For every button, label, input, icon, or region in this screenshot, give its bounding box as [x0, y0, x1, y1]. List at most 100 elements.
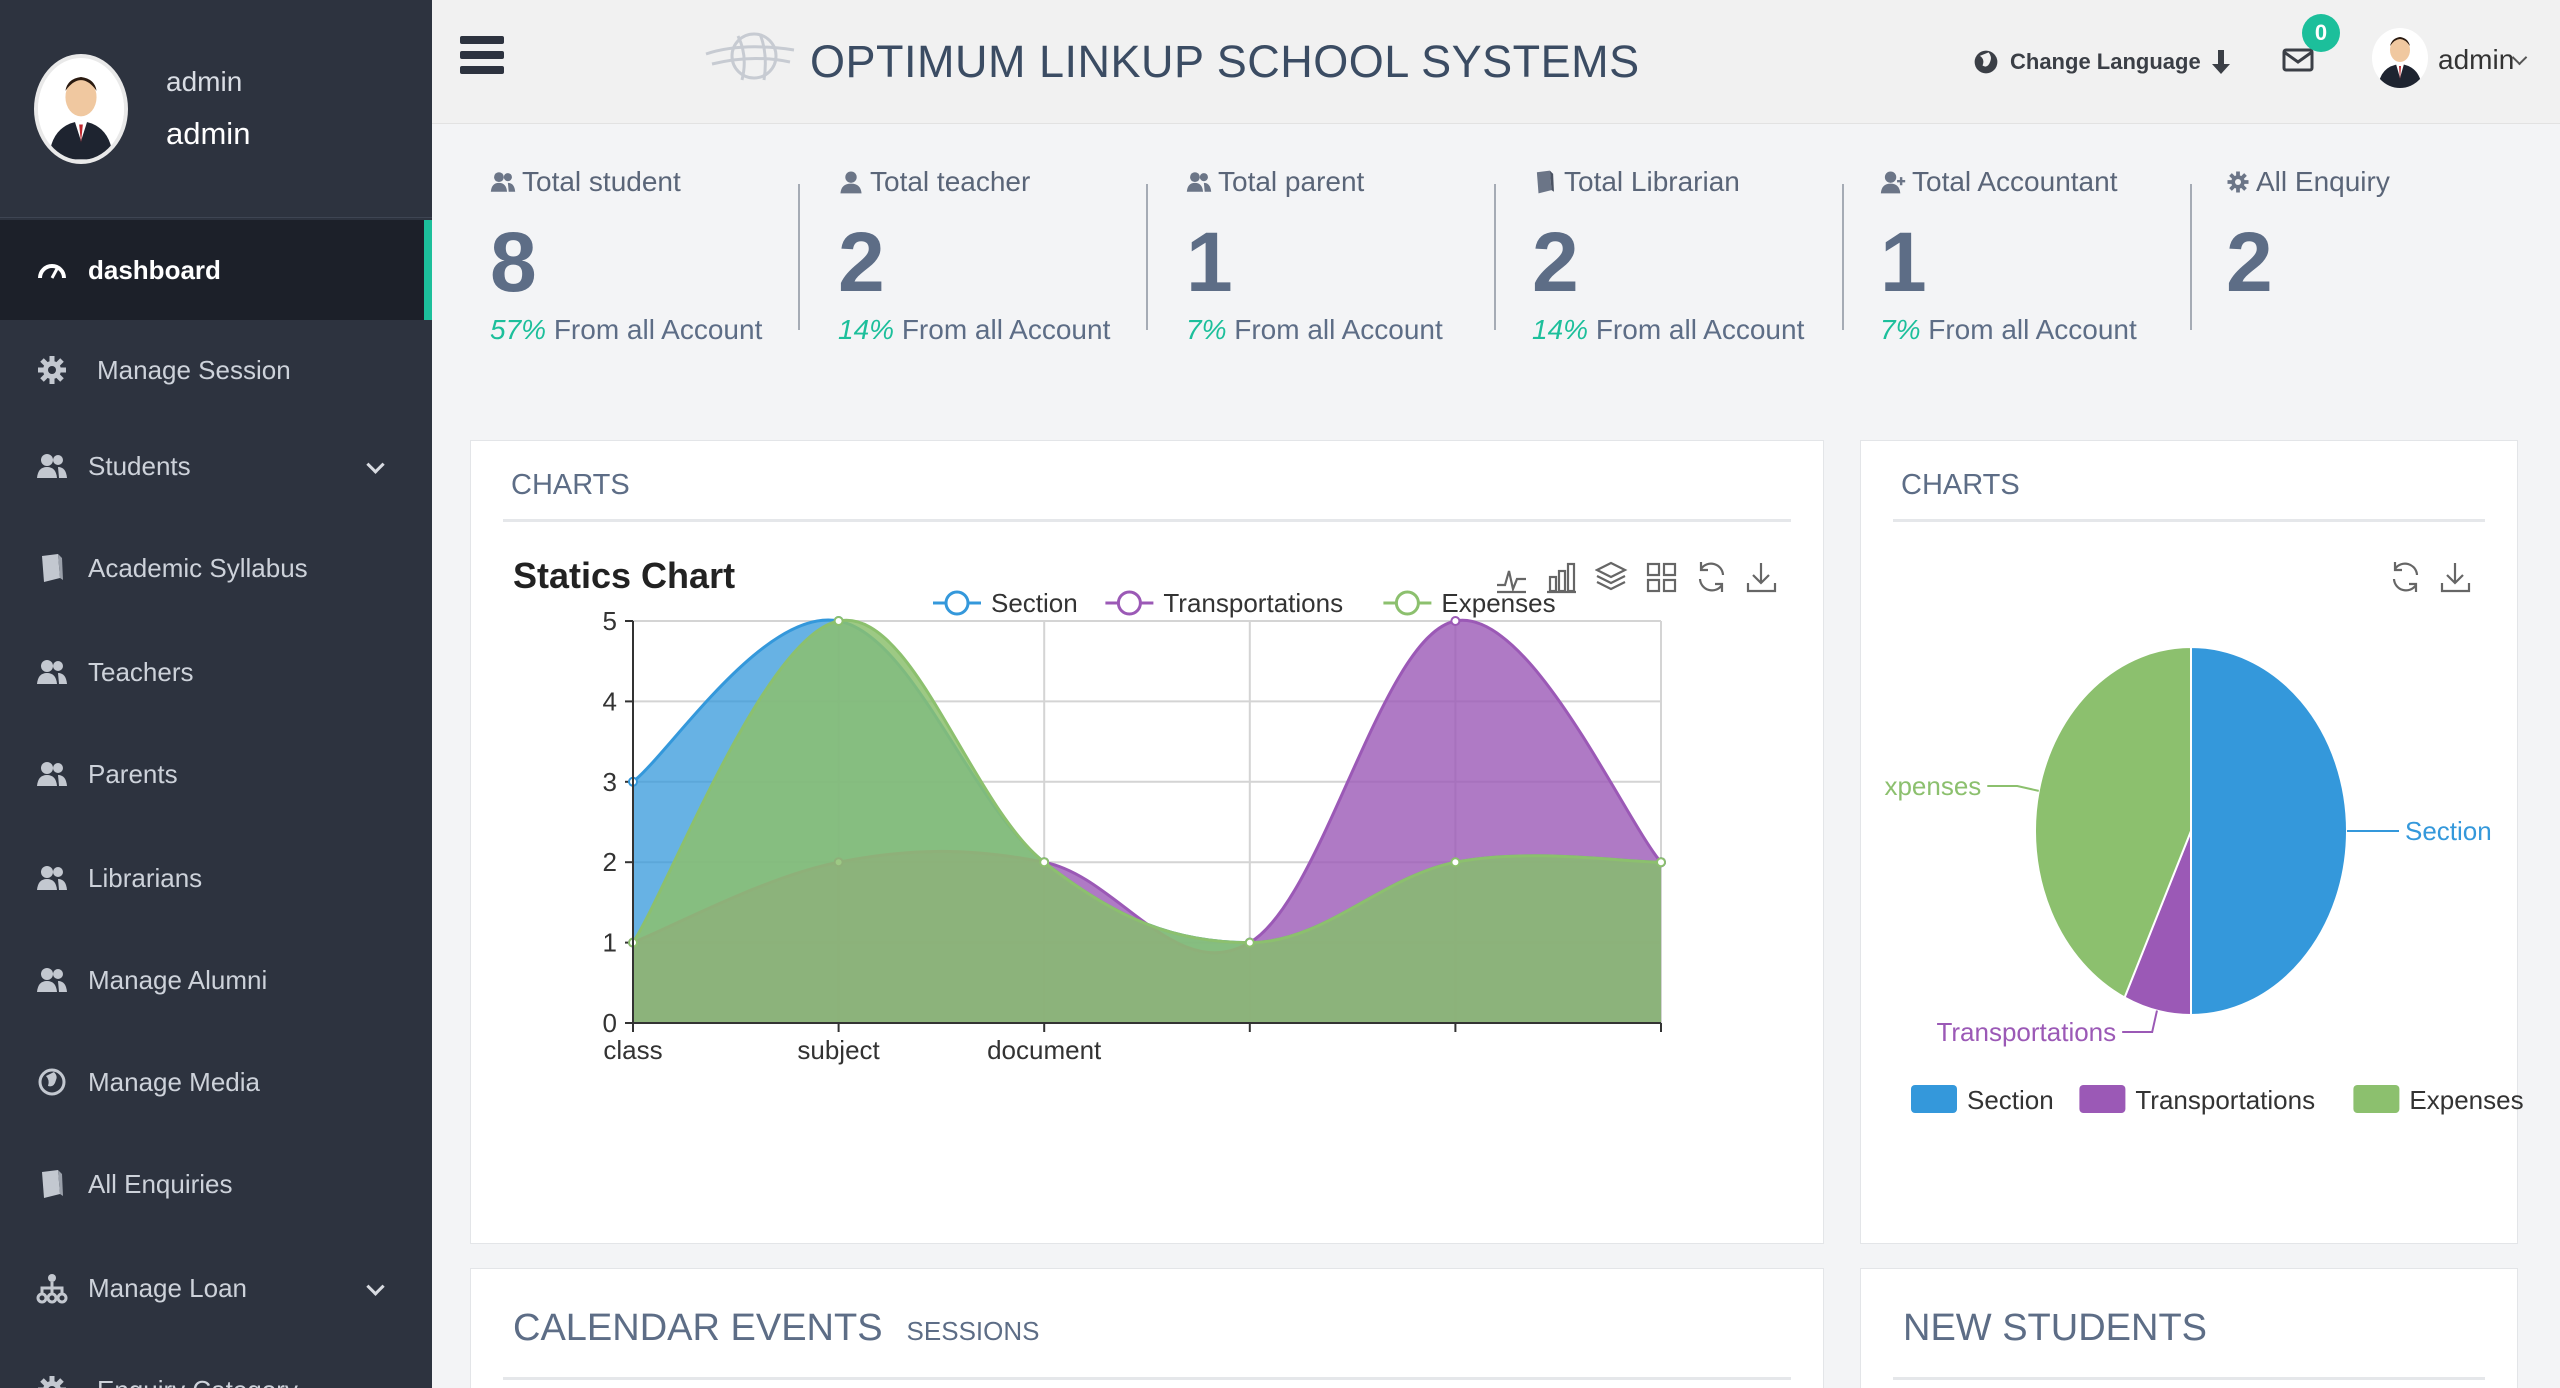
stat-label: Total teacher: [870, 166, 1031, 197]
user-menu-label[interactable]: admin: [2438, 44, 2514, 76]
users-icon: [37, 660, 67, 684]
refresh-icon[interactable]: [1695, 559, 1728, 595]
stat-divider: [2190, 184, 2192, 330]
sidebar-item-enquiry-category[interactable]: Enquiry Category: [0, 1340, 432, 1388]
y-tick-label: 4: [603, 686, 617, 716]
card-divider: [1893, 1377, 2485, 1380]
stat-percent: 57%: [490, 314, 547, 345]
sidebar-item-librarians[interactable]: Librarians: [0, 828, 432, 928]
sidebar-item-teachers[interactable]: Teachers: [0, 622, 432, 722]
sidebar-item-manage-alumni[interactable]: Manage Alumni: [0, 930, 432, 1030]
arrow-down-icon: [2211, 50, 2230, 74]
top-bar: OPTIMUM LINKUP SCHOOL SYSTEMS Change Lan…: [432, 0, 2560, 124]
stat-suffix: From all Account: [1588, 314, 1805, 345]
sidebar-item-label: Enquiry Category: [97, 1375, 298, 1388]
pie-leader-line: [1987, 785, 2039, 792]
stack-icon[interactable]: [1595, 559, 1628, 595]
chevron-down-icon[interactable]: [366, 1277, 385, 1296]
stat-divider: [798, 184, 800, 330]
stat-value: 2: [838, 215, 885, 309]
data-point: [833, 616, 844, 626]
sidebar-item-parents[interactable]: Parents: [0, 724, 432, 824]
stat-total-student: Total student 8 57% From all Account: [490, 148, 820, 345]
sidebar-item-label: Academic Syllabus: [88, 552, 308, 583]
stat-divider: [1842, 184, 1844, 330]
sidebar-item-manage-media[interactable]: Manage Media: [0, 1032, 432, 1132]
stat-label: Total student: [522, 166, 681, 197]
stat-label: All Enquiry: [2256, 166, 2390, 197]
sidebar-item-all-enquiries[interactable]: All Enquiries: [0, 1134, 432, 1234]
stat-label: Total Librarian: [1564, 166, 1740, 197]
download-icon[interactable]: [2439, 559, 2472, 595]
sidebar-user-name: admin: [166, 66, 243, 97]
book-icon: [42, 554, 63, 582]
new-students-card: NEW STUDENTS: [1860, 1268, 2518, 1388]
new-students-heading: NEW STUDENTS: [1903, 1307, 2207, 1349]
globe-icon: [1974, 50, 1998, 74]
legend-label: Section: [1967, 1085, 2054, 1115]
stat-percent: 14%: [838, 314, 895, 345]
sidebar-item-label: Students: [88, 450, 191, 481]
stat-divider: [1494, 184, 1496, 330]
avatar[interactable]: [34, 54, 128, 164]
sidebar-item-label: All Enquiries: [88, 1168, 233, 1199]
stat-total-librarian: Total Librarian 2 14% From all Account: [1532, 148, 1862, 345]
menu-toggle-icon[interactable]: [460, 36, 504, 78]
stat-suffix: From all Account: [1226, 314, 1443, 345]
legend-marker: [944, 590, 970, 616]
x-tick-label: class: [603, 1035, 662, 1065]
stat-percent: 7%: [1880, 314, 1921, 345]
x-tick-label: subject: [797, 1035, 880, 1065]
charts-card: CHARTS Statics Chart 0 1 2 3 4 5 class subject d…: [470, 440, 1824, 1244]
legend-swatch: [1911, 1085, 1957, 1113]
gear-icon: [38, 1376, 66, 1388]
gear-icon: [38, 356, 66, 384]
refresh-icon[interactable]: [2389, 559, 2422, 595]
sessions-tab[interactable]: SESSIONS: [907, 1316, 1040, 1346]
speedometer-icon: [38, 264, 66, 279]
chart-title: Statics Chart: [513, 555, 736, 596]
sidebar-item-dashboard[interactable]: dashboard: [0, 220, 432, 320]
book-icon: [42, 1170, 63, 1198]
legend-label: Expenses: [2409, 1085, 2523, 1115]
globe-icon: [38, 1068, 66, 1096]
card-divider: [503, 519, 1791, 522]
mail-icon[interactable]: [2282, 46, 2314, 74]
sidebar-item-manage-session[interactable]: Manage Session: [0, 320, 432, 420]
stat-value: 8: [490, 215, 537, 309]
download-icon[interactable]: [1745, 559, 1778, 595]
sidebar-item-manage-loan[interactable]: Manage Loan: [0, 1238, 432, 1338]
y-tick-label: 1: [603, 928, 617, 958]
avatar[interactable]: [2372, 28, 2428, 88]
legend-marker: [1116, 590, 1142, 616]
sidebar-item-academic-syllabus[interactable]: Academic Syllabus: [0, 518, 432, 618]
pie-toolbox: [2389, 559, 2472, 595]
pie-slice-section: [2190, 645, 2348, 1017]
stat-value: 1: [1186, 215, 1233, 309]
data-point: [1450, 857, 1461, 868]
calendar-heading: CALENDAR EVENTS: [513, 1307, 883, 1349]
pie-label: Section: [2405, 816, 2492, 846]
legend-marker: [1394, 590, 1420, 616]
tiled-icon[interactable]: [1645, 559, 1678, 595]
change-language-label: Change Language: [2010, 49, 2201, 74]
chevron-down-icon[interactable]: [366, 455, 385, 474]
change-language-button[interactable]: Change Language: [1972, 48, 2231, 76]
y-tick-label: 5: [603, 606, 617, 636]
pie-label: xpenses: [1884, 771, 1981, 801]
user-icon: [840, 171, 862, 194]
area-chart: 0 1 2 3 4 5 class subject document Section Transpo…: [603, 588, 1666, 1065]
y-tick-label: 3: [603, 767, 617, 797]
stat-value: 1: [1880, 215, 1927, 309]
stat-value: 2: [2226, 215, 2273, 309]
sidebar-item-students[interactable]: Students: [0, 416, 432, 516]
sidebar-item-label: Librarians: [88, 862, 203, 893]
pie-chart: Section Transportations xpenses Section Tran…: [1884, 645, 2524, 1115]
stat-total-teacher: Total teacher 2 14% From all Account: [838, 148, 1168, 345]
data-point: [1450, 616, 1461, 626]
stat-all-enquiry: All Enquiry 2: [2226, 148, 2556, 338]
stat-total-accountant: Total Accountant 1 7% From all Account: [1880, 148, 2210, 345]
sidebar-item-label: dashboard: [88, 254, 221, 285]
x-tick-label: document: [987, 1035, 1102, 1065]
legend-label: Section: [991, 588, 1078, 618]
